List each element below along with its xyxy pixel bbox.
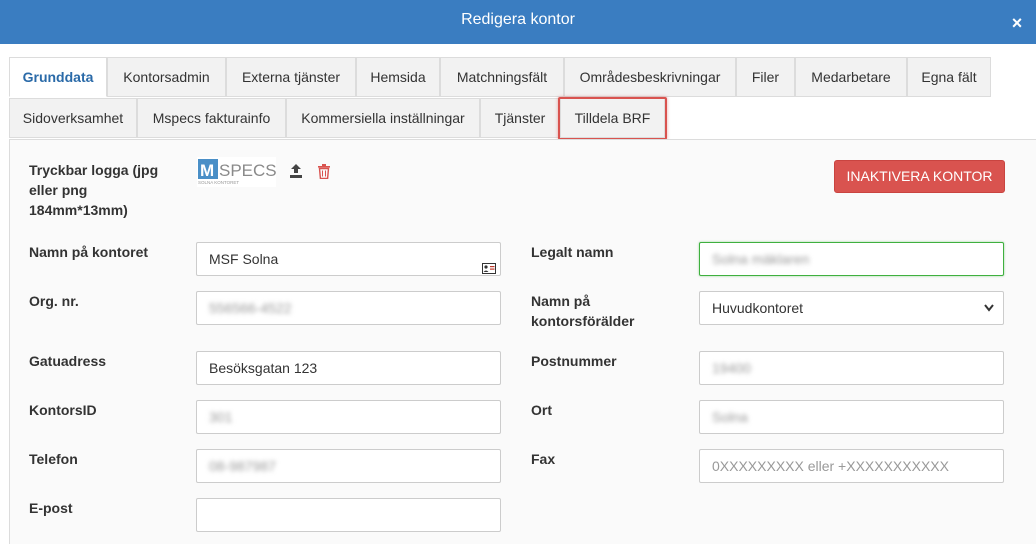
deactivate-office-button[interactable]: INAKTIVERA KONTOR (834, 160, 1005, 193)
tab-filer[interactable]: Filer (736, 57, 795, 97)
logo-label-line3: 184mm*13mm) (29, 202, 128, 218)
phone-value: 08-987987 (209, 458, 276, 474)
legal-name-input[interactable]: Solna mäklaren (699, 242, 1004, 276)
postal-input[interactable]: 19400 (699, 351, 1004, 385)
logo-label-line1: Tryckbar logga (jpg (29, 162, 159, 178)
office-name-label: Namn på kontoret (29, 244, 149, 260)
logo-brand-sub: SOLNA KONTORET (198, 180, 239, 185)
tab-hemsida[interactable]: Hemsida (356, 57, 440, 97)
parent-office-select[interactable]: Huvudkontoret (699, 291, 1004, 325)
office-logo: M SPECS SOLNA KONTORET (197, 157, 277, 187)
phone-label: Telefon (29, 451, 78, 467)
office-id-input[interactable]: 301 (196, 400, 501, 434)
legal-name-value: Solna mäklaren (712, 251, 810, 267)
logo-brand-m: M (200, 161, 214, 180)
tab-tilldela-brf[interactable]: Tilldela BRF (560, 98, 665, 138)
parent-office-label: Namn på kontorsförälder (531, 291, 634, 331)
logo-label: Tryckbar logga (jpg eller png 184mm*13mm… (29, 160, 189, 220)
office-id-label: KontorsID (29, 402, 97, 418)
phone-input[interactable]: 08-987987 (196, 449, 501, 483)
office-id-value: 301 (209, 409, 233, 425)
tab-omradesbeskrivningar[interactable]: Områdesbeskrivningar (564, 57, 736, 97)
org-nr-label: Org. nr. (29, 293, 79, 309)
city-label: Ort (531, 402, 552, 418)
tab-tjanster[interactable]: Tjänster (480, 98, 560, 138)
legal-name-label: Legalt namn (531, 244, 614, 260)
tab-sidoverksamhet[interactable]: Sidoverksamhet (9, 98, 137, 138)
tab-egna-falt[interactable]: Egna fält (907, 57, 991, 97)
org-nr-input[interactable]: 556566-4522 (196, 291, 501, 325)
city-value: Solna (712, 409, 748, 425)
postal-label: Postnummer (531, 353, 617, 369)
tab-grunddata[interactable]: Grunddata (9, 57, 107, 97)
tab-medarbetare[interactable]: Medarbetare (795, 57, 907, 97)
dialog-title: Redigera kontor (461, 11, 575, 28)
fax-label: Fax (531, 451, 556, 467)
chevron-down-icon (983, 292, 995, 336)
fax-input[interactable]: 0XXXXXXXXX eller +XXXXXXXXXXX (699, 449, 1004, 483)
tab-kommersiella-installningar[interactable]: Kommersiella inställningar (286, 98, 480, 138)
street-input[interactable]: Besöksgatan 123 (196, 351, 501, 385)
tab-kontorsadmin[interactable]: Kontorsadmin (107, 57, 226, 97)
tab-matchningsfalt[interactable]: Matchningsfält (440, 57, 564, 97)
logo-brand-specs: SPECS (219, 161, 276, 180)
email-label: E-post (29, 500, 73, 516)
street-label: Gatuadress (29, 353, 107, 369)
street-value: Besöksgatan 123 (209, 360, 318, 376)
trash-icon[interactable] (318, 164, 330, 180)
upload-icon[interactable] (289, 163, 303, 179)
city-input[interactable]: Solna (699, 400, 1004, 434)
close-icon[interactable]: × (1006, 12, 1028, 34)
postal-value: 19400 (712, 360, 751, 376)
office-name-value: MSF Solna (209, 251, 279, 267)
fax-placeholder: 0XXXXXXXXX eller +XXXXXXXXXXX (712, 458, 949, 474)
tab-externa-tjanster[interactable]: Externa tjänster (226, 57, 356, 97)
office-name-input[interactable]: MSF Solna (196, 242, 501, 276)
parent-office-value: Huvudkontoret (712, 300, 804, 316)
org-nr-value: 556566-4522 (209, 300, 292, 316)
contact-card-icon (482, 253, 496, 274)
tab-mspecs-fakturainfo[interactable]: Mspecs fakturainfo (137, 98, 286, 138)
parent-office-label-line2: kontorsförälder (531, 313, 635, 329)
email-input[interactable] (196, 498, 501, 532)
parent-office-label-line1: Namn på (531, 293, 591, 309)
logo-label-line2: eller png (29, 182, 88, 198)
